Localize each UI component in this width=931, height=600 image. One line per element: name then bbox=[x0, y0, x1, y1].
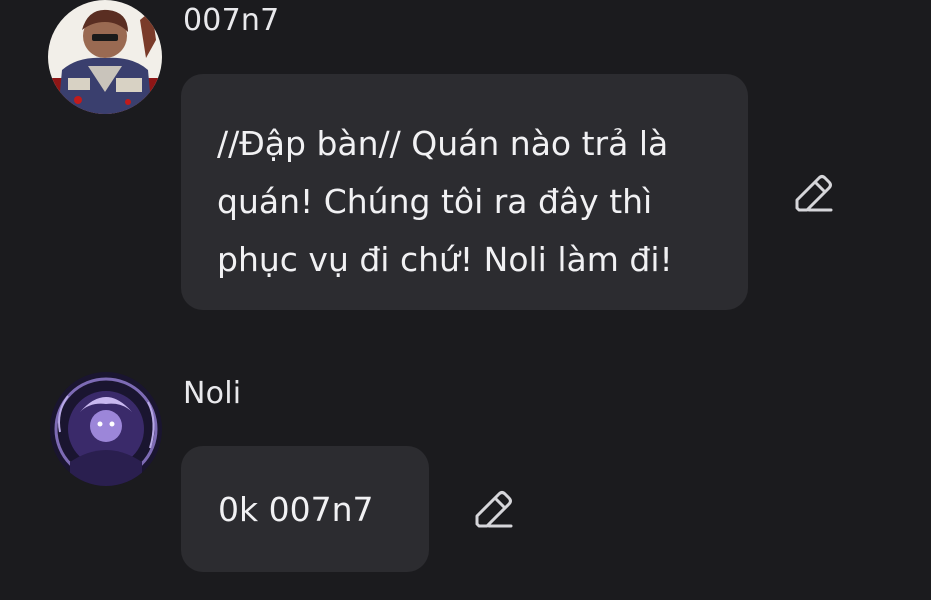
avatar-007n7[interactable] bbox=[48, 0, 162, 114]
chat-screen: 007n7 //Đập bàn// Quán nào trả là quán! … bbox=[0, 0, 931, 600]
message-bubble[interactable]: //Đập bàn// Quán nào trả là quán! Chúng … bbox=[181, 74, 748, 310]
message-bubble[interactable]: 0k 007n7 bbox=[181, 446, 429, 572]
avatar-noli[interactable] bbox=[50, 372, 162, 486]
message-text: //Đập bàn// Quán nào trả là quán! Chúng … bbox=[217, 124, 673, 279]
username-007n7[interactable]: 007n7 bbox=[183, 6, 279, 36]
pencil-edit-icon bbox=[795, 175, 833, 212]
character-avatar-icon bbox=[48, 0, 162, 114]
message-text: 0k 007n7 bbox=[218, 490, 374, 529]
edit-message-button[interactable] bbox=[469, 486, 517, 534]
username-noli[interactable]: Noli bbox=[183, 379, 241, 409]
character-avatar-icon bbox=[50, 372, 162, 486]
edit-message-button[interactable] bbox=[789, 170, 837, 218]
pencil-edit-icon bbox=[475, 491, 513, 528]
